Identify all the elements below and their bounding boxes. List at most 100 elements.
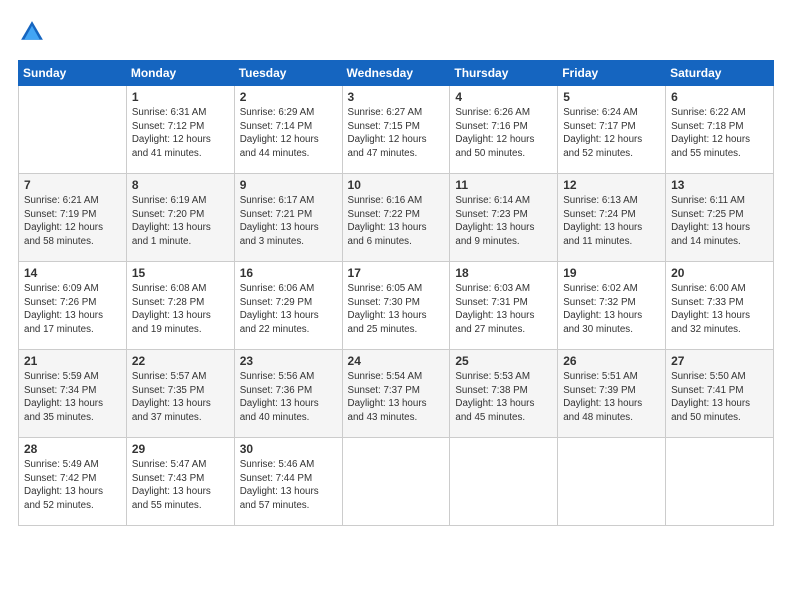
day-number: 4 <box>455 90 552 104</box>
day-cell: 15 Sunrise: 6:08 AMSunset: 7:28 PMDayligh… <box>126 262 234 350</box>
day-info: Sunrise: 6:08 AMSunset: 7:28 PMDaylight:… <box>132 282 229 337</box>
day-info: Sunrise: 6:00 AMSunset: 7:33 PMDaylight:… <box>671 282 768 337</box>
day-cell <box>19 86 127 174</box>
col-header-friday: Friday <box>558 61 666 86</box>
week-row-4: 21 Sunrise: 5:59 AMSunset: 7:34 PMDayligh… <box>19 350 774 438</box>
day-number: 5 <box>563 90 660 104</box>
day-number: 29 <box>132 442 229 456</box>
day-cell: 4 Sunrise: 6:26 AMSunset: 7:16 PMDaylight… <box>450 86 558 174</box>
day-info: Sunrise: 5:57 AMSunset: 7:35 PMDaylight:… <box>132 370 229 425</box>
day-info: Sunrise: 5:46 AMSunset: 7:44 PMDaylight:… <box>240 458 337 513</box>
day-info: Sunrise: 5:49 AMSunset: 7:42 PMDaylight:… <box>24 458 121 513</box>
col-header-sunday: Sunday <box>19 61 127 86</box>
day-info: Sunrise: 6:27 AMSunset: 7:15 PMDaylight:… <box>348 106 445 161</box>
day-cell: 30 Sunrise: 5:46 AMSunset: 7:44 PMDayligh… <box>234 438 342 526</box>
day-cell: 23 Sunrise: 5:56 AMSunset: 7:36 PMDayligh… <box>234 350 342 438</box>
day-cell: 9 Sunrise: 6:17 AMSunset: 7:21 PMDaylight… <box>234 174 342 262</box>
day-info: Sunrise: 6:22 AMSunset: 7:18 PMDaylight:… <box>671 106 768 161</box>
week-row-1: 1Sunrise: 6:31 AMSunset: 7:12 PMDaylight… <box>19 86 774 174</box>
day-cell: 10 Sunrise: 6:16 AMSunset: 7:22 PMDayligh… <box>342 174 450 262</box>
day-cell: 7 Sunrise: 6:21 AMSunset: 7:19 PMDaylight… <box>19 174 127 262</box>
day-cell <box>342 438 450 526</box>
day-info: Sunrise: 5:53 AMSunset: 7:38 PMDaylight:… <box>455 370 552 425</box>
col-header-wednesday: Wednesday <box>342 61 450 86</box>
day-number: 15 <box>132 266 229 280</box>
day-cell: 1Sunrise: 6:31 AMSunset: 7:12 PMDaylight… <box>126 86 234 174</box>
day-number: 30 <box>240 442 337 456</box>
day-info: Sunrise: 5:54 AMSunset: 7:37 PMDaylight:… <box>348 370 445 425</box>
day-cell: 28 Sunrise: 5:49 AMSunset: 7:42 PMDayligh… <box>19 438 127 526</box>
day-info: Sunrise: 6:24 AMSunset: 7:17 PMDaylight:… <box>563 106 660 161</box>
day-number: 23 <box>240 354 337 368</box>
col-header-tuesday: Tuesday <box>234 61 342 86</box>
day-cell: 27Sunrise: 5:50 AMSunset: 7:41 PMDayligh… <box>666 350 774 438</box>
day-info: Sunrise: 5:59 AMSunset: 7:34 PMDaylight:… <box>24 370 121 425</box>
day-cell: 14Sunrise: 6:09 AMSunset: 7:26 PMDayligh… <box>19 262 127 350</box>
day-cell <box>666 438 774 526</box>
day-number: 22 <box>132 354 229 368</box>
day-number: 24 <box>348 354 445 368</box>
day-number: 3 <box>348 90 445 104</box>
day-cell: 24 Sunrise: 5:54 AMSunset: 7:37 PMDayligh… <box>342 350 450 438</box>
week-row-3: 14Sunrise: 6:09 AMSunset: 7:26 PMDayligh… <box>19 262 774 350</box>
day-cell: 12 Sunrise: 6:13 AMSunset: 7:24 PMDayligh… <box>558 174 666 262</box>
day-cell: 29 Sunrise: 5:47 AMSunset: 7:43 PMDayligh… <box>126 438 234 526</box>
day-number: 6 <box>671 90 768 104</box>
col-header-saturday: Saturday <box>666 61 774 86</box>
day-number: 8 <box>132 178 229 192</box>
day-info: Sunrise: 5:50 AMSunset: 7:41 PMDaylight:… <box>671 370 768 425</box>
day-cell: 17Sunrise: 6:05 AMSunset: 7:30 PMDayligh… <box>342 262 450 350</box>
day-info: Sunrise: 6:06 AMSunset: 7:29 PMDaylight:… <box>240 282 337 337</box>
day-info: Sunrise: 5:47 AMSunset: 7:43 PMDaylight:… <box>132 458 229 513</box>
day-info: Sunrise: 5:51 AMSunset: 7:39 PMDaylight:… <box>563 370 660 425</box>
week-row-5: 28 Sunrise: 5:49 AMSunset: 7:42 PMDayligh… <box>19 438 774 526</box>
col-header-monday: Monday <box>126 61 234 86</box>
header <box>18 18 774 46</box>
day-number: 21 <box>24 354 121 368</box>
day-cell: 18 Sunrise: 6:03 AMSunset: 7:31 PMDayligh… <box>450 262 558 350</box>
day-cell: 11Sunrise: 6:14 AMSunset: 7:23 PMDayligh… <box>450 174 558 262</box>
day-cell: 25 Sunrise: 5:53 AMSunset: 7:38 PMDayligh… <box>450 350 558 438</box>
day-info: Sunrise: 6:17 AMSunset: 7:21 PMDaylight:… <box>240 194 337 249</box>
day-number: 7 <box>24 178 121 192</box>
col-header-thursday: Thursday <box>450 61 558 86</box>
logo-icon <box>18 18 46 46</box>
day-cell: 2Sunrise: 6:29 AMSunset: 7:14 PMDaylight… <box>234 86 342 174</box>
day-number: 20 <box>671 266 768 280</box>
day-number: 9 <box>240 178 337 192</box>
day-info: Sunrise: 6:11 AMSunset: 7:25 PMDaylight:… <box>671 194 768 249</box>
day-number: 10 <box>348 178 445 192</box>
day-number: 19 <box>563 266 660 280</box>
day-cell: 21 Sunrise: 5:59 AMSunset: 7:34 PMDayligh… <box>19 350 127 438</box>
day-cell <box>450 438 558 526</box>
calendar-table: SundayMondayTuesdayWednesdayThursdayFrid… <box>18 60 774 526</box>
day-number: 26 <box>563 354 660 368</box>
day-info: Sunrise: 6:26 AMSunset: 7:16 PMDaylight:… <box>455 106 552 161</box>
day-cell <box>558 438 666 526</box>
day-cell: 20 Sunrise: 6:00 AMSunset: 7:33 PMDayligh… <box>666 262 774 350</box>
day-info: Sunrise: 6:21 AMSunset: 7:19 PMDaylight:… <box>24 194 121 249</box>
day-number: 28 <box>24 442 121 456</box>
day-number: 13 <box>671 178 768 192</box>
day-info: Sunrise: 6:03 AMSunset: 7:31 PMDaylight:… <box>455 282 552 337</box>
logo <box>18 18 50 46</box>
page: SundayMondayTuesdayWednesdayThursdayFrid… <box>0 0 792 612</box>
day-number: 17 <box>348 266 445 280</box>
day-number: 18 <box>455 266 552 280</box>
day-cell: 26 Sunrise: 5:51 AMSunset: 7:39 PMDayligh… <box>558 350 666 438</box>
day-info: Sunrise: 6:09 AMSunset: 7:26 PMDaylight:… <box>24 282 121 337</box>
day-info: Sunrise: 6:13 AMSunset: 7:24 PMDaylight:… <box>563 194 660 249</box>
day-info: Sunrise: 6:02 AMSunset: 7:32 PMDaylight:… <box>563 282 660 337</box>
day-info: Sunrise: 6:14 AMSunset: 7:23 PMDaylight:… <box>455 194 552 249</box>
day-info: Sunrise: 6:16 AMSunset: 7:22 PMDaylight:… <box>348 194 445 249</box>
day-cell: 22 Sunrise: 5:57 AMSunset: 7:35 PMDayligh… <box>126 350 234 438</box>
day-number: 25 <box>455 354 552 368</box>
day-number: 12 <box>563 178 660 192</box>
day-cell: 16 Sunrise: 6:06 AMSunset: 7:29 PMDayligh… <box>234 262 342 350</box>
day-cell: 13 Sunrise: 6:11 AMSunset: 7:25 PMDayligh… <box>666 174 774 262</box>
day-cell: 8 Sunrise: 6:19 AMSunset: 7:20 PMDaylight… <box>126 174 234 262</box>
day-cell: 19 Sunrise: 6:02 AMSunset: 7:32 PMDayligh… <box>558 262 666 350</box>
day-info: Sunrise: 6:19 AMSunset: 7:20 PMDaylight:… <box>132 194 229 249</box>
day-number: 16 <box>240 266 337 280</box>
day-info: Sunrise: 5:56 AMSunset: 7:36 PMDaylight:… <box>240 370 337 425</box>
